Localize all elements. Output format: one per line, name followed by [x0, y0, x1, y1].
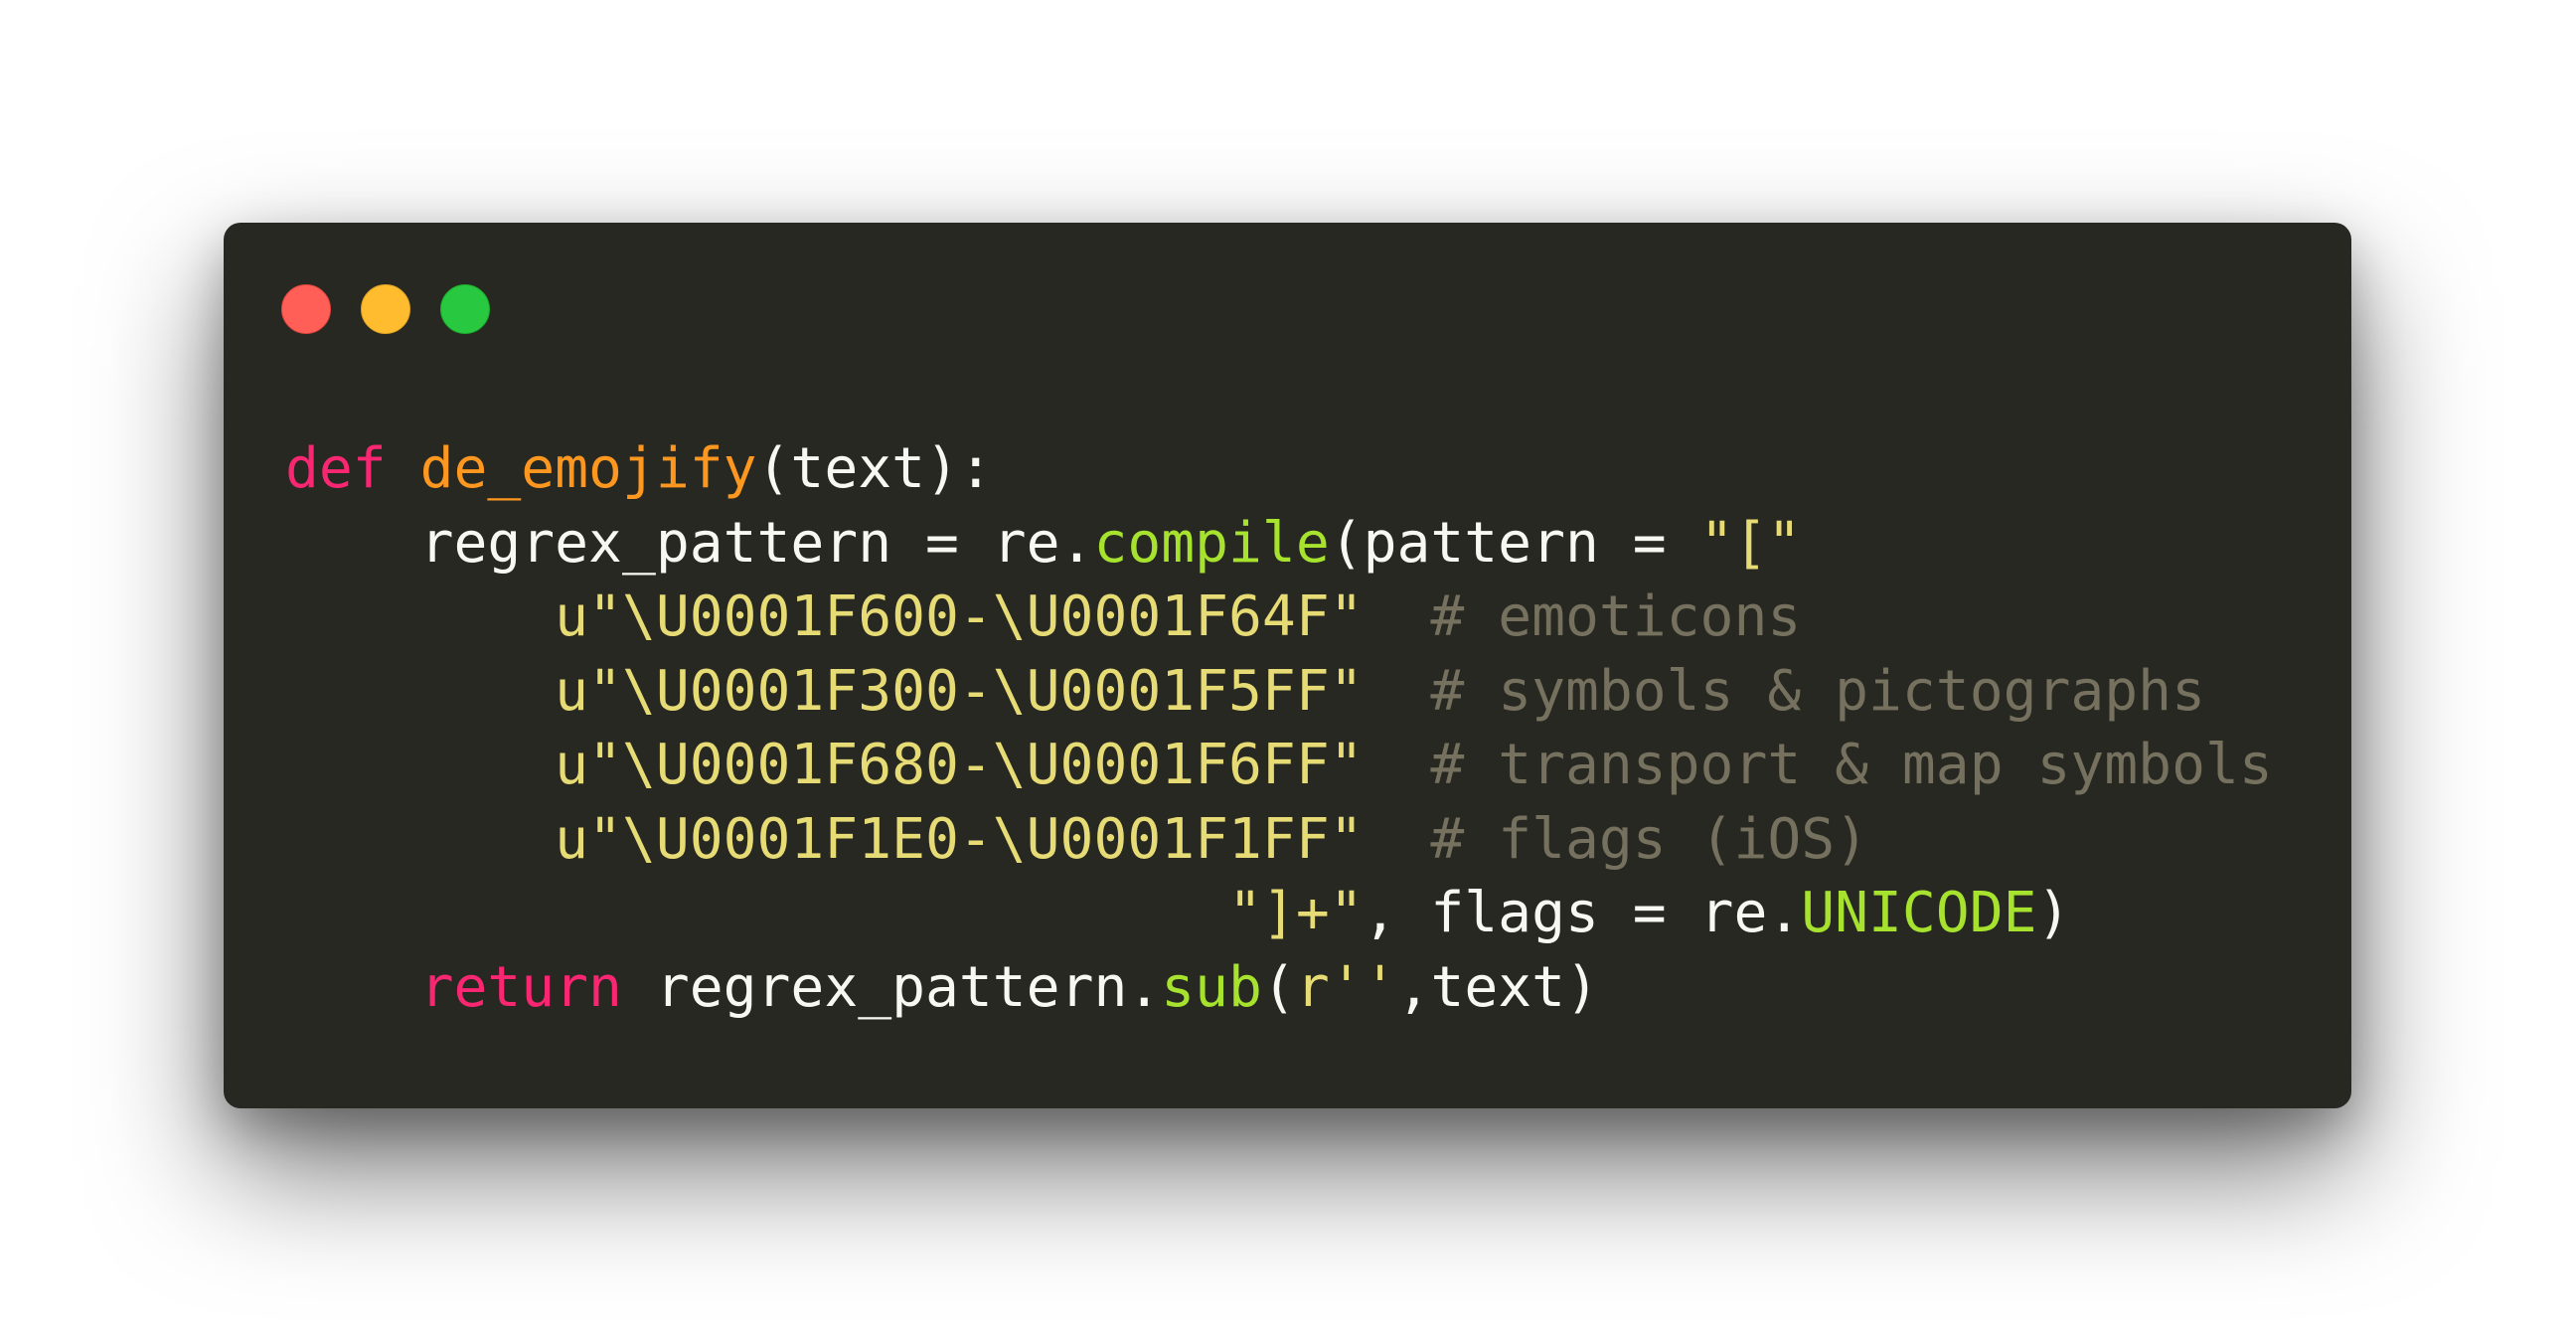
keyword-return: return: [419, 954, 622, 1020]
maximize-button[interactable]: [440, 284, 490, 334]
string-literal: "]+": [1228, 881, 1364, 945]
string-literal: u"\U0001F1E0-\U0001F1FF": [555, 806, 1364, 872]
assignment: regrex_pattern = re.: [419, 510, 1094, 576]
compile-args: (pattern =: [1329, 510, 1700, 576]
open-paren: (: [1261, 954, 1296, 1020]
string-literal: u"\U0001F600-\U0001F64F": [555, 584, 1364, 649]
string-literal: u"\U0001F300-\U0001F5FF": [555, 658, 1364, 724]
unicode-constant: UNICODE: [1801, 881, 2037, 945]
window-controls: [281, 284, 490, 334]
code-block: def de_emojify(text): regrex_pattern = r…: [285, 432, 2273, 1025]
comment: # transport & map symbols: [1430, 733, 2273, 797]
comment: # flags (iOS): [1430, 806, 1869, 872]
code-line-2: regrex_pattern = re.compile(pattern = "[…: [285, 507, 2273, 582]
close-paren: ): [2036, 881, 2071, 945]
keyword-def: def: [285, 436, 387, 501]
flags-arg: , flags = re.: [1363, 881, 1802, 945]
sub-args: ,text): [1396, 954, 1599, 1020]
string-literal: "[": [1699, 510, 1802, 576]
code-line-1: def de_emojify(text):: [285, 432, 2273, 507]
compile-call: compile: [1093, 510, 1330, 576]
code-line-6: u"\U0001F1E0-\U0001F1FF" # flags (iOS): [285, 803, 2273, 878]
function-name: de_emojify: [419, 436, 757, 501]
code-line-4: u"\U0001F300-\U0001F5FF" # symbols & pic…: [285, 655, 2273, 730]
code-line-5: u"\U0001F680-\U0001F6FF" # transport & m…: [285, 729, 2273, 803]
close-button[interactable]: [281, 284, 331, 334]
sub-call: sub: [1161, 954, 1262, 1020]
minimize-button[interactable]: [361, 284, 410, 334]
comment: # symbols & pictographs: [1430, 658, 2205, 724]
string-literal: u"\U0001F680-\U0001F6FF": [555, 733, 1364, 797]
code-line-8: return regrex_pattern.sub(r'',text): [285, 951, 2273, 1026]
code-window: def de_emojify(text): regrex_pattern = r…: [224, 223, 2351, 1108]
code-line-3: u"\U0001F600-\U0001F64F" # emoticons: [285, 581, 2273, 655]
function-params: (text):: [756, 436, 993, 501]
comment: # emoticons: [1430, 584, 1802, 649]
code-line-7: "]+", flags = re.UNICODE): [285, 877, 2273, 951]
object-ref: regrex_pattern.: [621, 954, 1162, 1020]
string-literal: r'': [1295, 954, 1397, 1020]
